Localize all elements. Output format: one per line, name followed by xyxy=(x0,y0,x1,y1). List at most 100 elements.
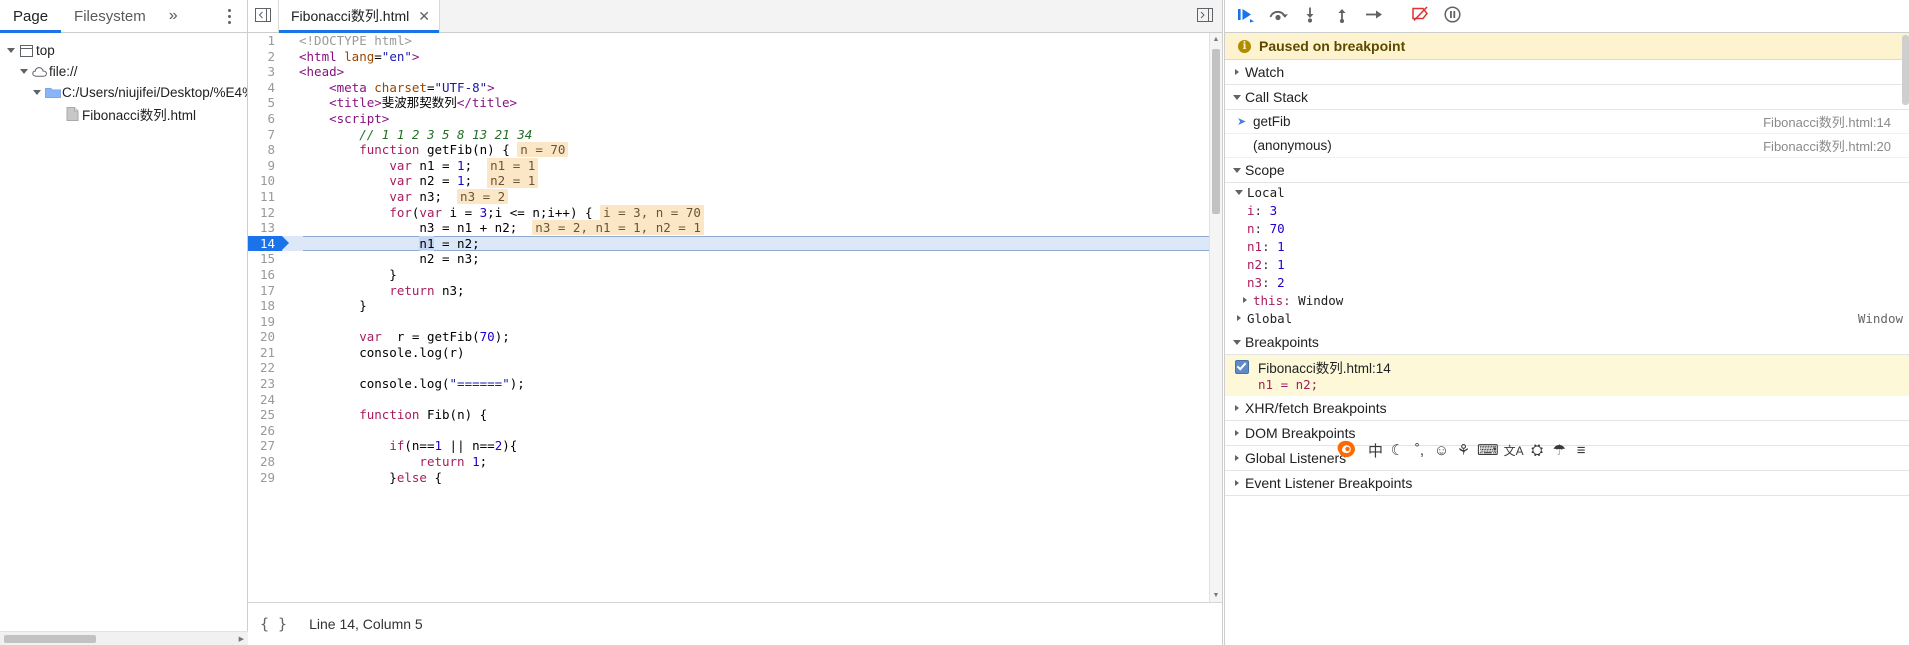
menu-icon[interactable]: ≡ xyxy=(1573,438,1590,462)
keyboard-icon[interactable]: ⌨ xyxy=(1477,438,1499,462)
code-line[interactable]: 9 var n1 = 1; n1 = 1 xyxy=(248,157,1222,174)
section-call-stack[interactable]: Call Stack xyxy=(1225,85,1909,110)
scope-variable-row[interactable]: n1: 1 xyxy=(1225,237,1909,255)
toggle-navigator-button[interactable] xyxy=(248,0,279,32)
code-line[interactable]: 5 <title>斐波那契数列</title> xyxy=(248,95,1222,111)
code-line[interactable]: 8 function getFib(n) { n = 70 xyxy=(248,142,1222,158)
scope-global-group[interactable]: Global Window xyxy=(1225,309,1909,327)
code-line[interactable]: 25 function Fib(n) { xyxy=(248,407,1222,423)
scope-local-group[interactable]: Local xyxy=(1225,183,1909,201)
line-number[interactable]: 2 xyxy=(248,49,282,65)
close-icon[interactable]: ✕ xyxy=(418,9,430,23)
line-number[interactable]: 25 xyxy=(248,407,282,423)
line-number[interactable]: 9 xyxy=(248,158,282,174)
more-tabs-button[interactable]: » xyxy=(159,0,188,32)
code-line[interactable]: 18 } xyxy=(248,298,1222,314)
emoji-icon[interactable]: ☺ xyxy=(1433,438,1450,462)
tree-item-folder[interactable]: C:/Users/niujifei/Desktop/%E4% xyxy=(0,82,247,103)
code-line[interactable]: 13 n3 = n1 + n2; n3 = 2, n1 = 1, n2 = 1 xyxy=(248,220,1222,236)
tree-item-file[interactable]: Fibonacci数列.html xyxy=(0,103,247,124)
step-out-of-current-function-button[interactable] xyxy=(1327,2,1357,30)
section-breakpoints[interactable]: Breakpoints xyxy=(1225,330,1909,355)
sogou-logo-icon[interactable] xyxy=(1332,435,1362,465)
code-line[interactable]: 4 <meta charset="UTF-8"> xyxy=(248,80,1222,96)
code-line[interactable]: 11 var n3; n3 = 2 xyxy=(248,188,1222,205)
line-number[interactable]: 14 xyxy=(248,235,289,252)
pause-on-exceptions-button[interactable] xyxy=(1437,2,1467,30)
code-line[interactable]: 28 return 1; xyxy=(248,454,1222,470)
line-number[interactable]: 12 xyxy=(248,205,282,221)
line-number[interactable]: 21 xyxy=(248,345,282,361)
code-line[interactable]: 7 // 1 1 2 3 5 8 13 21 34 xyxy=(248,127,1222,143)
translate-icon[interactable]: 文A xyxy=(1504,438,1524,462)
code-line[interactable]: 29 }else { xyxy=(248,470,1222,486)
navigator-more-options-button[interactable] xyxy=(219,0,239,32)
deactivate-breakpoints-button[interactable] xyxy=(1405,2,1435,30)
scroll-down-arrow[interactable]: ▼ xyxy=(1210,589,1222,602)
breakpoint-header[interactable]: Fibonacci数列.html:14 xyxy=(1225,357,1909,376)
line-number[interactable]: 29 xyxy=(248,470,282,486)
code-line[interactable]: 17 return n3; xyxy=(248,283,1222,299)
expand-toggle-folder[interactable] xyxy=(30,90,43,95)
step-into-next-function-call-button[interactable] xyxy=(1295,2,1325,30)
line-number[interactable]: 27 xyxy=(248,438,282,454)
code-line[interactable]: 2 <html lang="en"> xyxy=(248,49,1222,65)
scroll-up-arrow[interactable]: ▲ xyxy=(1210,33,1222,46)
line-number[interactable]: 8 xyxy=(248,142,282,158)
breakpoint-checkbox[interactable] xyxy=(1235,359,1249,374)
line-number[interactable]: 17 xyxy=(248,283,282,299)
line-number[interactable]: 28 xyxy=(248,454,282,470)
editor-tab-fibonacci[interactable]: Fibonacci数列.html ✕ xyxy=(279,0,440,33)
code-line[interactable]: 26 xyxy=(248,423,1222,439)
line-number[interactable]: 3 xyxy=(248,64,282,80)
skin-icon[interactable]: ☂ xyxy=(1551,438,1568,462)
tab-filesystem[interactable]: Filesystem xyxy=(61,0,159,32)
breakpoint-item[interactable]: Fibonacci数列.html:14 n1 = n2; xyxy=(1225,355,1909,396)
resume-script-execution-button[interactable] xyxy=(1231,2,1261,30)
scope-this-row[interactable]: this: Window xyxy=(1225,291,1909,309)
editor-scroll-thumb[interactable] xyxy=(1212,49,1220,214)
section-watch[interactable]: Watch xyxy=(1225,60,1909,85)
scope-variable-row[interactable]: n: 70 xyxy=(1225,219,1909,237)
code-line[interactable]: 12 for(var i = 3;i <= n;i++) { i = 3, n … xyxy=(248,204,1222,221)
line-number[interactable]: 6 xyxy=(248,111,282,127)
navigator-horizontal-scrollbar[interactable]: ▶ xyxy=(0,631,248,645)
line-number[interactable]: 10 xyxy=(248,173,282,189)
code-line[interactable]: 27 if(n==1 || n==2){ xyxy=(248,438,1222,454)
line-number[interactable]: 23 xyxy=(248,376,282,392)
code-line[interactable]: 21 console.log(r) xyxy=(248,345,1222,361)
moon-icon[interactable]: ☾ xyxy=(1389,438,1406,462)
code-line[interactable]: 1 <!DOCTYPE html> xyxy=(248,33,1222,49)
line-number[interactable]: 1 xyxy=(248,33,282,49)
step-over-next-function-call-button[interactable] xyxy=(1263,2,1293,30)
scope-variable-row[interactable]: i: 3 xyxy=(1225,201,1909,219)
line-number[interactable]: 15 xyxy=(248,251,282,267)
code-line[interactable]: 3 <head> xyxy=(248,64,1222,80)
line-number[interactable]: 20 xyxy=(248,329,282,345)
tab-page[interactable]: Page xyxy=(0,0,62,33)
code-line[interactable]: 23 console.log("======"); xyxy=(248,376,1222,392)
line-number[interactable]: 4 xyxy=(248,80,282,96)
punctuation-icon[interactable]: ˚, xyxy=(1411,438,1428,462)
code-line[interactable]: 15 n2 = n3; xyxy=(248,251,1222,267)
line-number[interactable]: 24 xyxy=(248,392,282,408)
voice-input-icon[interactable]: ⚘ xyxy=(1455,438,1472,462)
debugger-scrollbar[interactable] xyxy=(1902,33,1909,645)
code-line[interactable]: 24 xyxy=(248,392,1222,408)
line-number[interactable]: 22 xyxy=(248,360,282,376)
line-number[interactable]: 18 xyxy=(248,298,282,314)
input-mode-chinese[interactable]: 中 xyxy=(1367,438,1384,462)
line-number[interactable]: 19 xyxy=(248,314,282,330)
code-line[interactable]: 6 <script> xyxy=(248,111,1222,127)
navigator-scroll-thumb[interactable] xyxy=(4,634,96,643)
line-number[interactable]: 26 xyxy=(248,423,282,439)
code-line[interactable]: 19 xyxy=(248,314,1222,330)
line-number[interactable]: 11 xyxy=(248,189,282,205)
show-drawer-button[interactable] xyxy=(1192,0,1218,32)
code-line[interactable]: 14 n1 = n2; xyxy=(248,235,1222,252)
section-event-listener-breakpoints[interactable]: Event Listener Breakpoints xyxy=(1225,471,1909,496)
editor-vertical-scrollbar[interactable]: ▲ ▼ xyxy=(1209,33,1222,602)
scope-variable-row[interactable]: n2: 1 xyxy=(1225,255,1909,273)
pretty-print-button[interactable]: { } xyxy=(260,615,287,633)
navigator-scroll-right-arrow[interactable]: ▶ xyxy=(239,635,244,643)
